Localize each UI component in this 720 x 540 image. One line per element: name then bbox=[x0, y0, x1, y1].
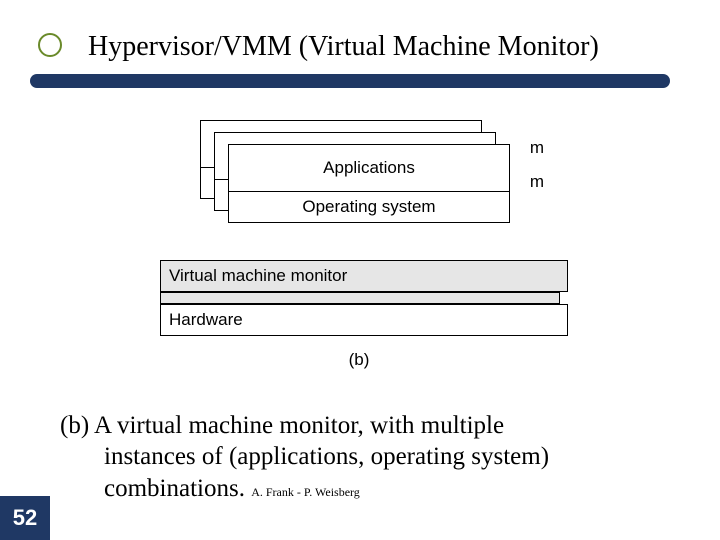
platform-bar bbox=[160, 292, 560, 304]
hardware-box: Hardware bbox=[160, 304, 568, 336]
vm-stack: m m Applications Operating system bbox=[200, 120, 510, 250]
applications-label: Applications bbox=[323, 158, 415, 178]
title-bullet-icon bbox=[38, 33, 62, 57]
stray-glyph-lower: m bbox=[530, 172, 544, 192]
os-label: Operating system bbox=[302, 197, 435, 217]
vm-instance-front: Applications Operating system bbox=[228, 144, 510, 223]
attribution: A. Frank - P. Weisberg bbox=[251, 485, 360, 499]
caption-line3: combinations. bbox=[104, 475, 245, 502]
caption-line2: instances of (applications, operating sy… bbox=[60, 441, 670, 472]
caption-line1: (b) A virtual machine monitor, with mult… bbox=[60, 412, 504, 439]
slide-number: 52 bbox=[0, 496, 50, 540]
vmm-box: Virtual machine monitor bbox=[160, 260, 568, 292]
vmm-label: Virtual machine monitor bbox=[169, 266, 347, 286]
stray-glyph-upper: m bbox=[530, 138, 544, 158]
os-box: Operating system bbox=[229, 192, 509, 222]
title-underline bbox=[30, 74, 670, 88]
applications-box: Applications bbox=[229, 145, 509, 192]
slide-title: Hypervisor/VMM (Virtual Machine Monitor) bbox=[88, 32, 599, 63]
vmm-diagram: m m Applications Operating system Virtua… bbox=[160, 120, 560, 380]
diagram-subcaption: (b) bbox=[160, 350, 558, 370]
hardware-label: Hardware bbox=[169, 310, 243, 330]
slide-caption: (b) A virtual machine monitor, with mult… bbox=[60, 410, 670, 504]
